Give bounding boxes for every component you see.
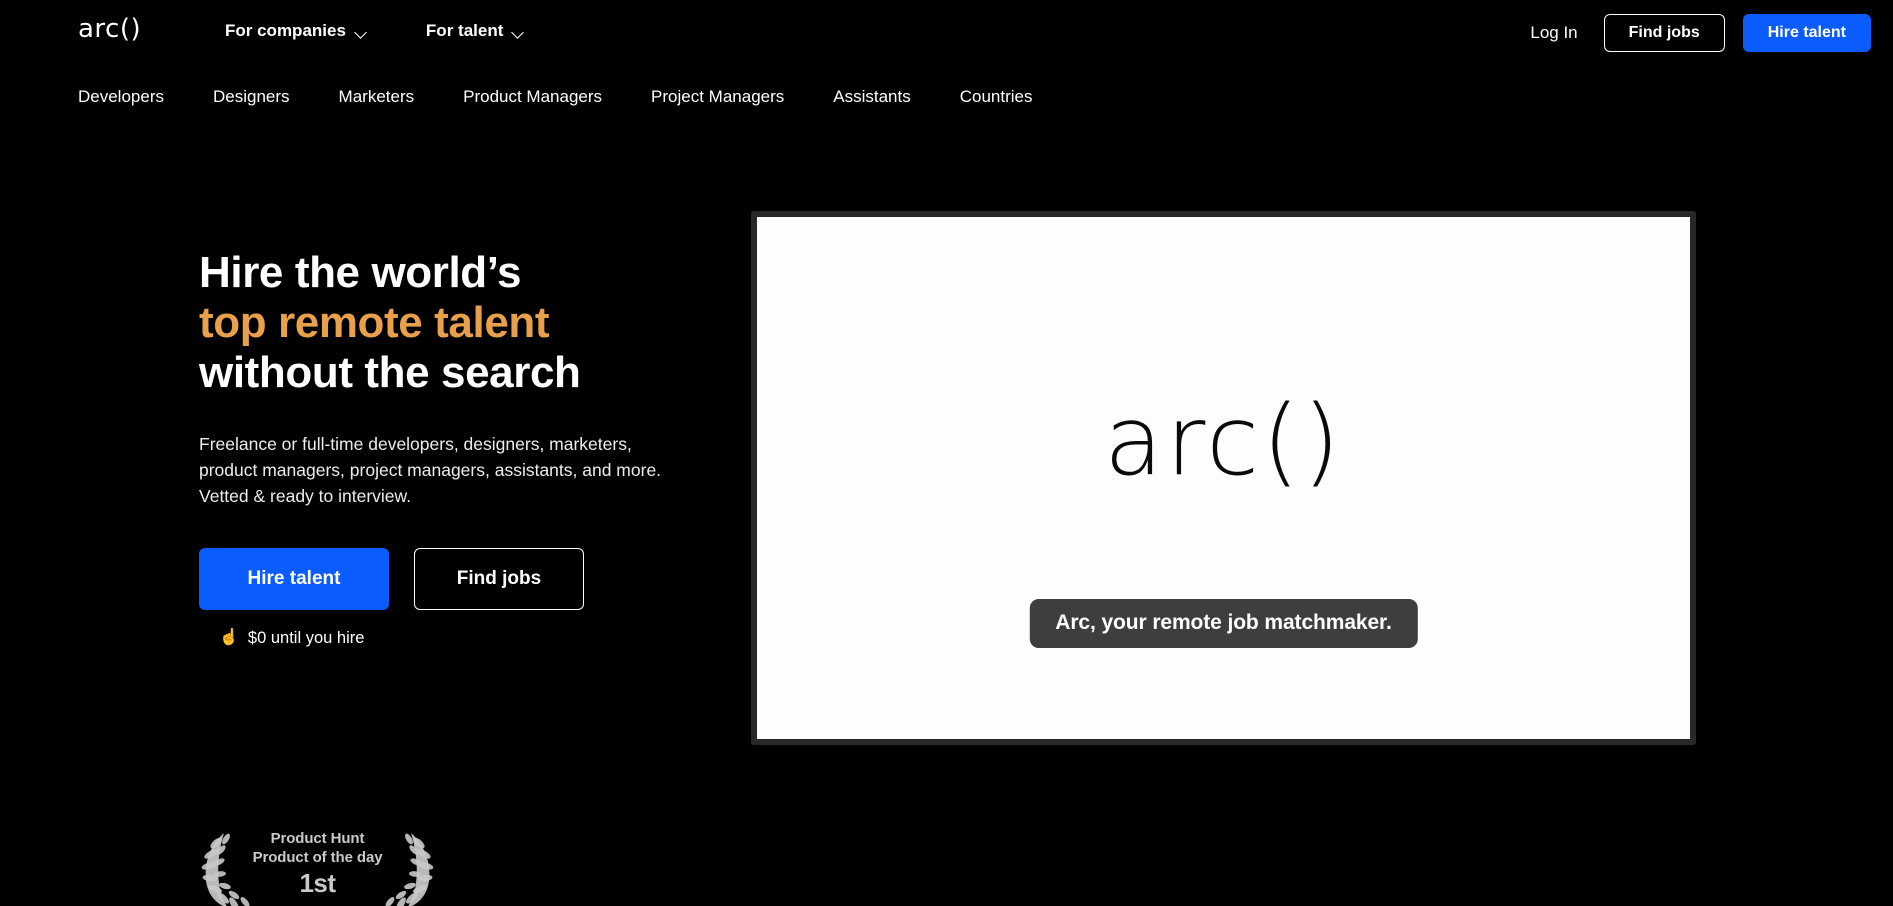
product-hunt-badge[interactable]: Product Hunt Product of the day 1st (190, 821, 445, 906)
chevron-down-icon (355, 28, 368, 36)
hero-video-caption: Arc, your remote job matchmaker. (1029, 599, 1418, 648)
hero-cta-row: Hire talent Find jobs (199, 547, 679, 610)
trust-strip: Product Hunt Product of the day 1st Trus… (0, 815, 1893, 906)
headline-line-3: without the search (199, 348, 581, 398)
hero-video-panel[interactable]: arc() Arc, your remote job matchmaker. (751, 211, 1696, 745)
nav-item-for-companies[interactable]: For companies (225, 22, 368, 39)
find-jobs-button-header[interactable]: Find jobs (1603, 14, 1725, 52)
pricing-note: ☝ $0 until you hire (199, 628, 679, 647)
pointing-up-icon: ☝ (219, 628, 239, 646)
product-hunt-rank: 1st (299, 868, 336, 899)
hire-talent-button-header[interactable]: Hire talent (1742, 14, 1871, 52)
pricing-note-label: $0 until you hire (247, 628, 365, 647)
nav-item-for-talent-label: For talent (425, 21, 504, 40)
product-hunt-title: Product Hunt (270, 830, 365, 848)
sub-nav-item-developers[interactable]: Developers (78, 88, 164, 105)
chevron-down-icon (512, 28, 525, 36)
sub-nav-item-product-managers[interactable]: Product Managers (463, 88, 602, 105)
sub-nav-item-assistants[interactable]: Assistants (833, 88, 910, 105)
sub-nav-item-countries[interactable]: Countries (960, 88, 1033, 105)
login-link[interactable]: Log In (1522, 23, 1585, 43)
sub-nav-item-marketers[interactable]: Marketers (339, 88, 415, 105)
product-hunt-text: Product Hunt Product of the day 1st (223, 830, 413, 898)
page-title: Hire the world’s top remote talent witho… (199, 248, 679, 398)
headline-line-2: top remote talent (199, 298, 550, 348)
header-actions: Log In Find jobs Hire talent (1522, 14, 1871, 52)
nav-item-for-companies-label: For companies (225, 21, 346, 40)
find-jobs-button-hero[interactable]: Find jobs (414, 547, 584, 610)
sub-nav-item-project-managers[interactable]: Project Managers (651, 88, 784, 105)
hire-talent-button-hero[interactable]: Hire talent (199, 547, 389, 610)
category-nav: Developers Designers Marketers Product M… (78, 88, 1033, 105)
product-hunt-subtitle: Product of the day (252, 848, 383, 866)
site-header: arc() For companies For talent Log In Fi… (0, 0, 1893, 65)
headline-line-1: Hire the world’s (199, 248, 522, 297)
hero-video-arc-logo: arc() (1104, 385, 1343, 497)
hero-content: Hire the world’s top remote talent witho… (199, 248, 679, 646)
page-root: arc() For companies For talent Log In Fi… (0, 0, 1893, 906)
hero-subcopy: Freelance or full-time developers, desig… (199, 434, 662, 506)
hero-video-frame: arc() Arc, your remote job matchmaker. (757, 217, 1690, 739)
primary-nav: For companies For talent (225, 22, 525, 39)
nav-item-for-talent[interactable]: For talent (426, 22, 525, 39)
arc-logo[interactable]: arc() (78, 16, 141, 42)
sub-nav-item-designers[interactable]: Designers (213, 88, 290, 105)
